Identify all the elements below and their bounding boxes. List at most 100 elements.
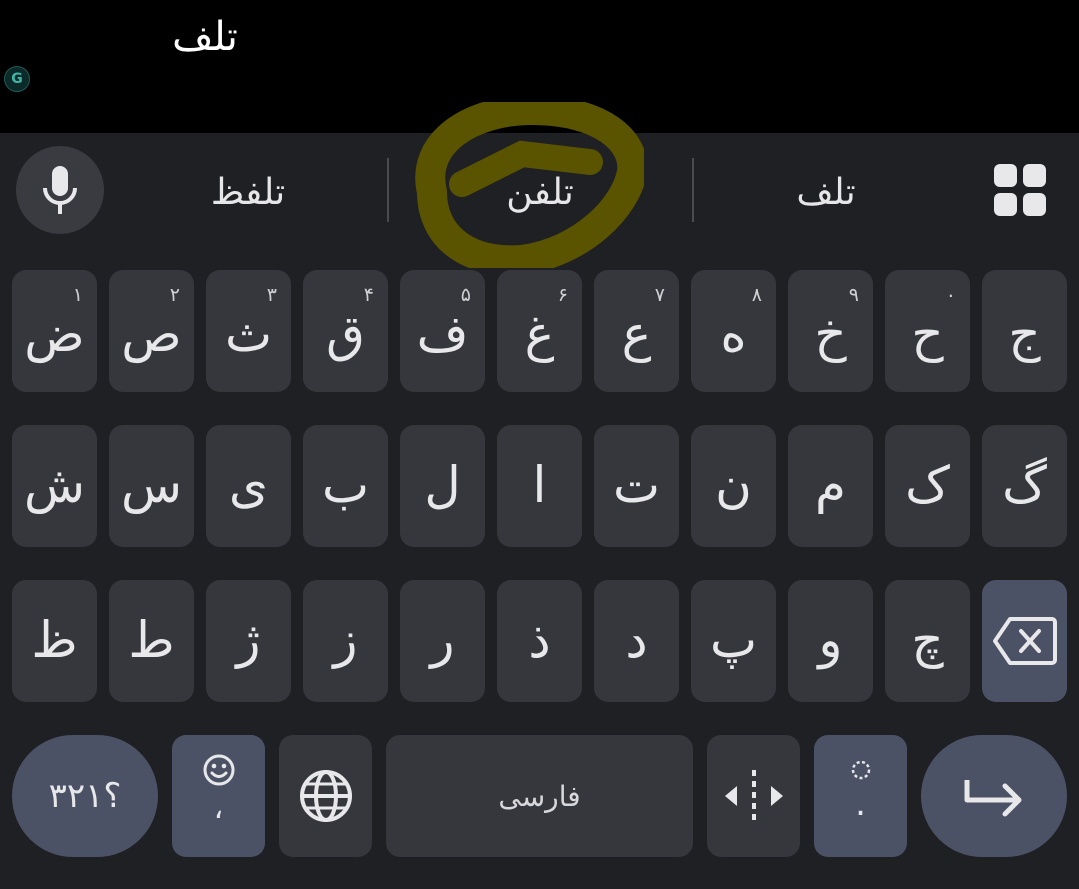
key-lam[interactable]: ل bbox=[400, 425, 485, 547]
key-label: ط bbox=[128, 611, 175, 669]
enter-key[interactable] bbox=[921, 735, 1067, 857]
key-alef[interactable]: ا bbox=[497, 425, 582, 547]
key-label: خ bbox=[814, 305, 847, 363]
key-mim[interactable]: م bbox=[788, 425, 873, 547]
key-pe[interactable]: پ bbox=[691, 580, 776, 702]
key-label: غ bbox=[524, 305, 555, 363]
key-hint: ۲ bbox=[169, 284, 180, 306]
suggestion-center[interactable]: تلفن bbox=[430, 160, 650, 226]
key-hint: ۴ bbox=[363, 284, 374, 306]
suggestion-divider bbox=[387, 158, 389, 222]
key-label: ز bbox=[333, 611, 358, 669]
emoji-icon bbox=[203, 754, 234, 785]
key-ta[interactable]: ط bbox=[109, 580, 194, 702]
globe-icon bbox=[299, 770, 352, 822]
key-label: ح bbox=[911, 305, 944, 363]
key-hint: ۵ bbox=[460, 284, 471, 306]
period-label: . bbox=[855, 784, 866, 824]
key-eyn[interactable]: ۷ ع bbox=[594, 270, 679, 392]
key-label: ل bbox=[424, 456, 461, 514]
text-input-area[interactable]: تلف G bbox=[0, 0, 1079, 133]
key-za[interactable]: ظ bbox=[12, 580, 97, 702]
key-label: ک bbox=[905, 456, 950, 514]
suggestion-left[interactable]: تلفظ bbox=[138, 160, 358, 226]
key-label: ض bbox=[24, 305, 85, 363]
key-he[interactable]: ۸ ه bbox=[691, 270, 776, 392]
key-hint: ۶ bbox=[557, 284, 568, 306]
key-vav[interactable]: و bbox=[788, 580, 873, 702]
key-che[interactable]: چ bbox=[885, 580, 970, 702]
period-key[interactable]: . bbox=[814, 735, 907, 857]
key-ze[interactable]: ز bbox=[303, 580, 388, 702]
key-gheyn[interactable]: ۶ غ bbox=[497, 270, 582, 392]
enter-arrow-icon bbox=[964, 780, 1022, 817]
key-label: ج bbox=[1008, 305, 1041, 363]
key-hint: ۷ bbox=[654, 284, 665, 306]
key-label: ا bbox=[532, 456, 547, 514]
key-dad[interactable]: ۱ ض bbox=[12, 270, 97, 392]
cursor-key[interactable] bbox=[707, 735, 800, 857]
space-key[interactable]: فارسی bbox=[386, 735, 693, 857]
typed-text: تلف bbox=[172, 14, 238, 60]
emoji-comma-key[interactable]: ، bbox=[172, 735, 265, 857]
key-re[interactable]: ر bbox=[400, 580, 485, 702]
key-be[interactable]: ب bbox=[303, 425, 388, 547]
key-label: د bbox=[625, 611, 648, 669]
key-nun[interactable]: ن bbox=[691, 425, 776, 547]
key-label: ر bbox=[430, 611, 455, 669]
key-label: ن bbox=[715, 456, 752, 514]
key-label: س bbox=[120, 456, 183, 514]
key-gaf[interactable]: گ bbox=[982, 425, 1067, 547]
cursor-move-icon bbox=[724, 770, 783, 822]
key-sad[interactable]: ۲ ص bbox=[109, 270, 194, 392]
microphone-button[interactable] bbox=[16, 146, 104, 234]
key-label: ع bbox=[621, 305, 652, 363]
key-ye[interactable]: ی bbox=[206, 425, 291, 547]
key-zhe[interactable]: ژ bbox=[206, 580, 291, 702]
key-label: ظ bbox=[31, 611, 78, 669]
key-shin[interactable]: ش bbox=[12, 425, 97, 547]
key-te[interactable]: ت bbox=[594, 425, 679, 547]
key-zal[interactable]: ذ bbox=[497, 580, 582, 702]
key-fe[interactable]: ۵ ف bbox=[400, 270, 485, 392]
space-label: فارسی bbox=[498, 779, 581, 813]
grid-apps-icon[interactable] bbox=[994, 164, 1046, 216]
backspace-icon bbox=[993, 617, 1057, 665]
key-hint: ۱ bbox=[72, 284, 83, 306]
key-ghaf[interactable]: ۴ ق bbox=[303, 270, 388, 392]
key-label: ژ bbox=[236, 611, 261, 669]
key-sin[interactable]: س bbox=[109, 425, 194, 547]
suggestion-divider bbox=[692, 158, 694, 222]
key-label: ث bbox=[224, 305, 273, 363]
backspace-key[interactable] bbox=[982, 580, 1067, 702]
key-he-jimi[interactable]: ۰ ح bbox=[885, 270, 970, 392]
key-kaf[interactable]: ک bbox=[885, 425, 970, 547]
grammarly-badge-icon[interactable]: G bbox=[4, 66, 30, 92]
key-label: چ bbox=[911, 611, 944, 669]
key-label: ق bbox=[326, 305, 365, 363]
key-hint: ۰ bbox=[945, 284, 956, 306]
key-dal[interactable]: د bbox=[594, 580, 679, 702]
symbols-key[interactable]: ؟۳۲۱ bbox=[12, 735, 158, 857]
key-label: ی bbox=[228, 456, 269, 514]
language-key[interactable] bbox=[279, 735, 372, 857]
key-label: پ bbox=[709, 611, 758, 669]
key-label: ف bbox=[416, 305, 469, 363]
symbols-label: ؟۳۲۱ bbox=[48, 776, 122, 816]
key-label: ه bbox=[720, 305, 747, 363]
key-label: و bbox=[818, 611, 843, 669]
key-hint: ۹ bbox=[848, 284, 859, 306]
dotted-circle-icon bbox=[851, 760, 870, 780]
key-label: ص bbox=[121, 305, 182, 363]
key-label: گ bbox=[1002, 456, 1047, 514]
key-label: ش bbox=[23, 456, 86, 514]
microphone-icon bbox=[43, 166, 77, 214]
comma-label: ، bbox=[213, 790, 224, 826]
key-label: ب bbox=[321, 456, 370, 514]
key-jim[interactable]: ج bbox=[982, 270, 1067, 392]
key-se[interactable]: ۳ ث bbox=[206, 270, 291, 392]
key-label: ذ bbox=[528, 611, 551, 669]
key-khe[interactable]: ۹ خ bbox=[788, 270, 873, 392]
key-hint: ۳ bbox=[266, 284, 277, 306]
suggestion-right[interactable]: تلف bbox=[716, 160, 936, 226]
